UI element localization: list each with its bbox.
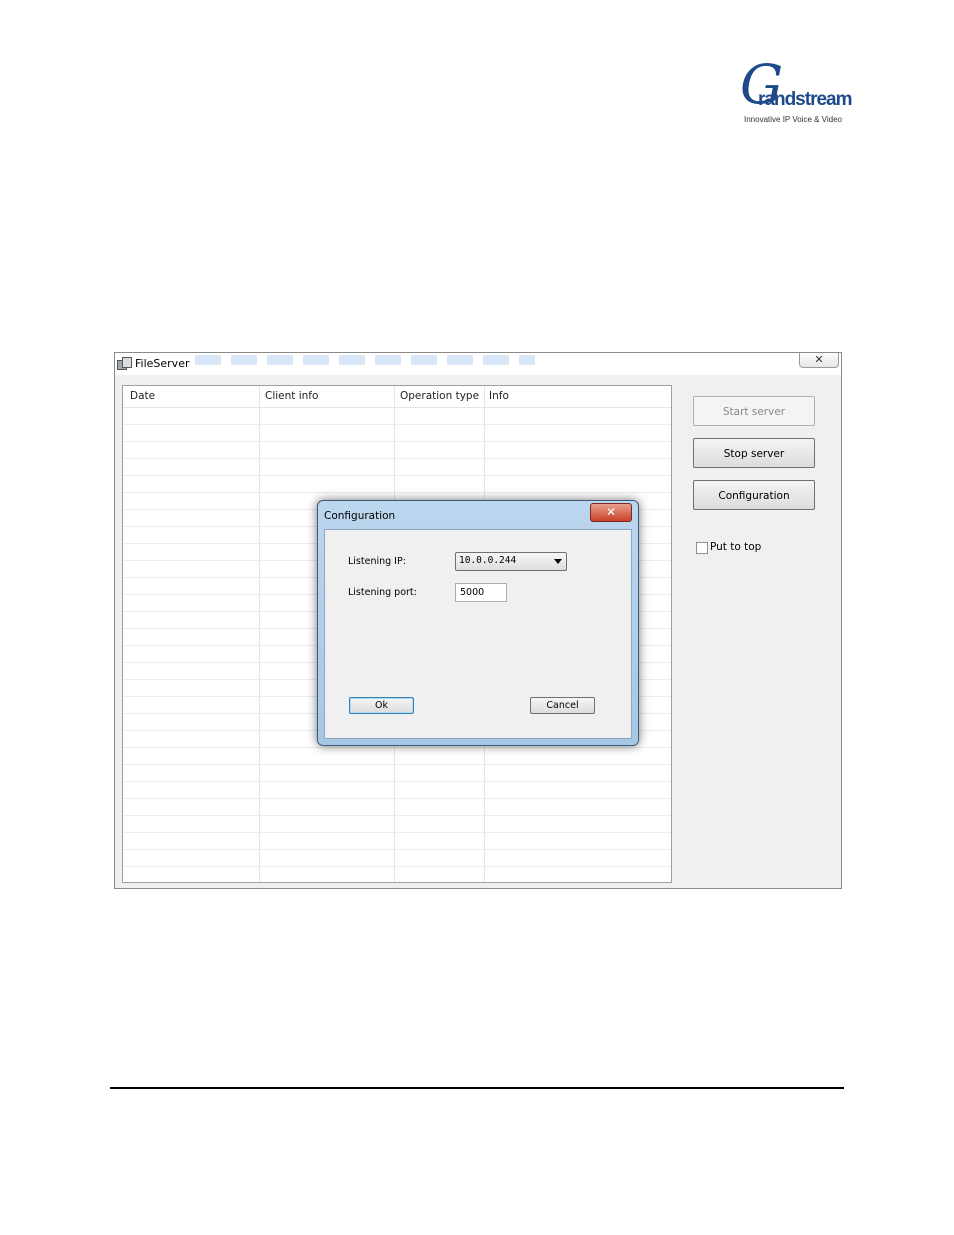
listening-port-label: Listening port:	[348, 587, 417, 598]
page-divider	[110, 1087, 844, 1089]
column-header-info[interactable]: Info	[489, 390, 509, 403]
column-header-date[interactable]: Date	[130, 390, 155, 403]
window-title: FileServer	[135, 357, 190, 370]
put-to-top-label[interactable]: Put to top	[710, 541, 761, 554]
listening-ip-select[interactable]: 10.0.0.244	[455, 552, 567, 571]
cancel-button[interactable]: Cancel	[530, 697, 595, 714]
column-header-client-info[interactable]: Client info	[265, 390, 318, 403]
start-server-button[interactable]: Start server	[693, 396, 815, 426]
logo-tagline: Innovative IP Voice & Video	[744, 115, 842, 124]
column-header-operation-type[interactable]: Operation type	[400, 390, 479, 403]
grandstream-logo: G randstream Innovative IP Voice & Video	[736, 58, 852, 128]
listening-port-value: 5000	[460, 587, 485, 598]
listening-port-input[interactable]: 5000	[455, 583, 507, 602]
ok-button[interactable]: Ok	[349, 697, 414, 714]
dialog-title: Configuration	[324, 510, 396, 522]
configuration-dialog: Configuration ✕ Listening IP: 10.0.0.244…	[317, 500, 639, 746]
fileserver-app-icon	[117, 357, 132, 370]
dropdown-arrow-icon	[554, 559, 562, 564]
listening-ip-label: Listening IP:	[348, 556, 406, 567]
stop-server-button[interactable]: Stop server	[693, 438, 815, 468]
title-bar[interactable]: FileServer ✕	[115, 353, 841, 375]
put-to-top-checkbox[interactable]	[696, 542, 708, 554]
list-header: Date Client info Operation type Info	[123, 386, 671, 408]
title-bar-background	[195, 355, 535, 365]
close-icon[interactable]: ✕	[799, 353, 839, 368]
column-divider[interactable]	[259, 386, 260, 882]
dialog-body: Listening IP: 10.0.0.244 Listening port:…	[324, 529, 632, 739]
listening-ip-value: 10.0.0.244	[459, 555, 517, 566]
logo-word: randstream	[758, 89, 852, 110]
configuration-button[interactable]: Configuration	[693, 480, 815, 510]
dialog-close-icon[interactable]: ✕	[590, 503, 632, 522]
